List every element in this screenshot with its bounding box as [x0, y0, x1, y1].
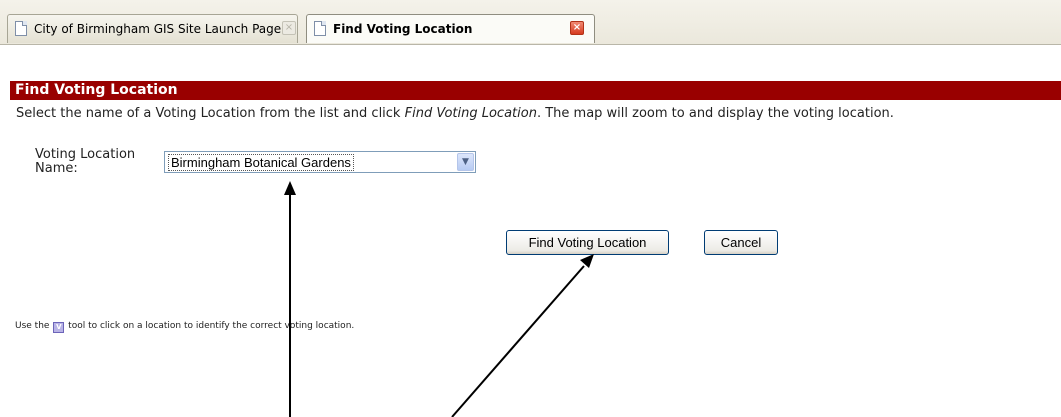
arrow-to-find-button — [451, 254, 594, 417]
annotation-arrows — [284, 181, 594, 417]
arrow-to-select — [284, 181, 296, 417]
